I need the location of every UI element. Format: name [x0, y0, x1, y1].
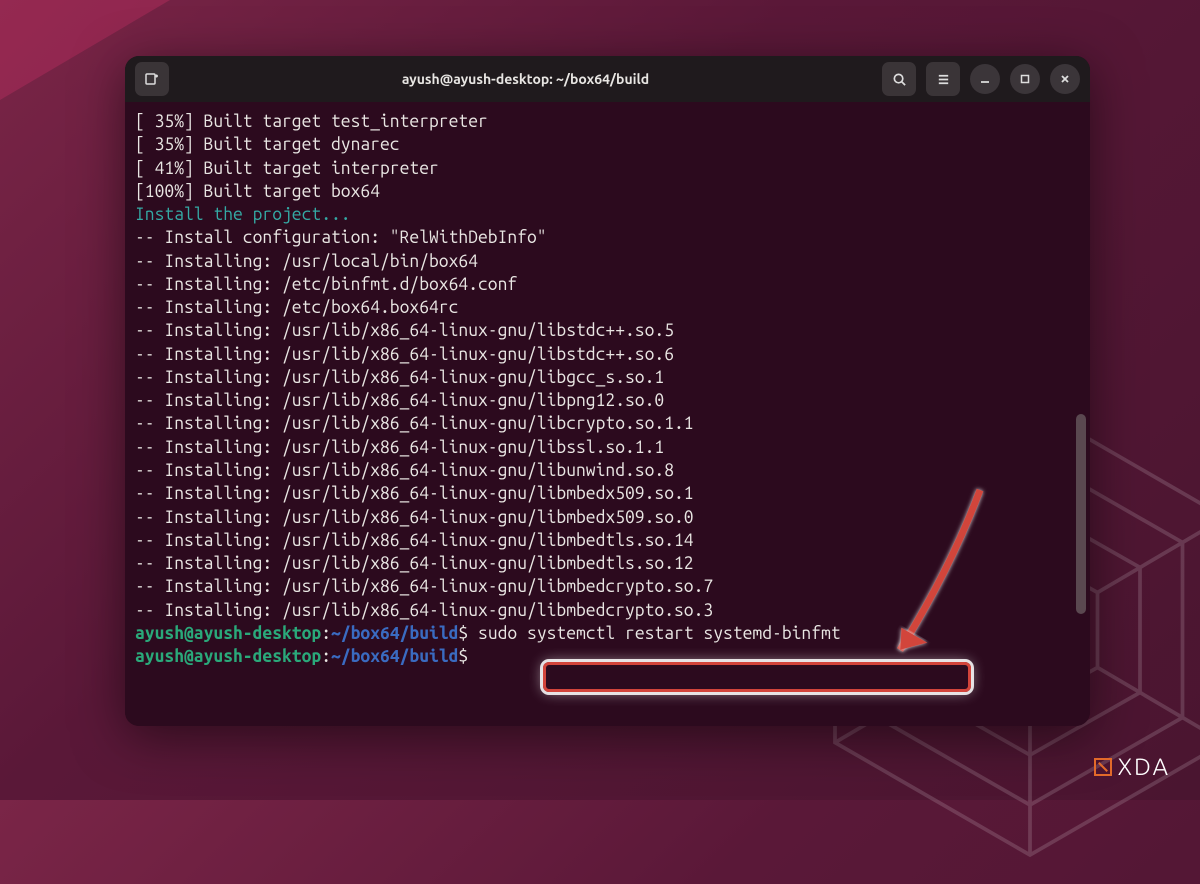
menu-button[interactable] [926, 62, 960, 96]
terminal-output-line: -- Installing: /etc/box64.box64rc [135, 296, 1080, 319]
terminal-prompt-line: ayush@ayush-desktop:~/box64/build$ [135, 645, 1080, 668]
terminal-output-line: -- Installing: /usr/lib/x86_64-linux-gnu… [135, 412, 1080, 435]
terminal-output-line: -- Installing: /usr/local/bin/box64 [135, 250, 1080, 273]
terminal-output-line: -- Installing: /usr/lib/x86_64-linux-gnu… [135, 529, 1080, 552]
minimize-button[interactable] [970, 64, 1000, 94]
terminal-output-line: -- Installing: /usr/lib/x86_64-linux-gnu… [135, 366, 1080, 389]
xda-watermark: XDA [1094, 753, 1170, 780]
terminal-output-line: -- Installing: /usr/lib/x86_64-linux-gnu… [135, 343, 1080, 366]
xda-logo-text: XDA [1118, 753, 1170, 780]
close-button[interactable] [1050, 64, 1080, 94]
terminal-output-line: -- Installing: /usr/lib/x86_64-linux-gnu… [135, 552, 1080, 575]
terminal-output-line: -- Installing: /etc/binfmt.d/box64.conf [135, 273, 1080, 296]
new-tab-button[interactable] [135, 62, 169, 96]
titlebar: ayush@ayush-desktop: ~/box64/build [125, 56, 1090, 102]
terminal-output-line: -- Installing: /usr/lib/x86_64-linux-gnu… [135, 599, 1080, 622]
terminal-output-line: [ 35%] Built target dynarec [135, 133, 1080, 156]
window-title: ayush@ayush-desktop: ~/box64/build [177, 71, 874, 87]
terminal-output-line: -- Installing: /usr/lib/x86_64-linux-gnu… [135, 506, 1080, 529]
terminal-output-line: -- Installing: /usr/lib/x86_64-linux-gnu… [135, 459, 1080, 482]
terminal-output-line: -- Installing: /usr/lib/x86_64-linux-gnu… [135, 319, 1080, 342]
search-button[interactable] [882, 62, 916, 96]
terminal-output-line: -- Install configuration: "RelWithDebInf… [135, 226, 1080, 249]
terminal-output-line: -- Installing: /usr/lib/x86_64-linux-gnu… [135, 482, 1080, 505]
terminal-output-line: -- Installing: /usr/lib/x86_64-linux-gnu… [135, 436, 1080, 459]
terminal-output-line: [ 35%] Built target test_interpreter [135, 110, 1080, 133]
terminal-output-line: [100%] Built target box64 [135, 180, 1080, 203]
terminal-output-line: -- Installing: /usr/lib/x86_64-linux-gnu… [135, 575, 1080, 598]
terminal-body[interactable]: [ 35%] Built target test_interpreter[ 35… [125, 102, 1090, 726]
scrollbar-thumb[interactable] [1076, 414, 1086, 614]
terminal-output-line: [ 41%] Built target interpreter [135, 157, 1080, 180]
terminal-output-line: Install the project... [135, 203, 1080, 226]
terminal-window: ayush@ayush-desktop: ~/box64/build [125, 56, 1090, 726]
xda-logo-icon [1094, 758, 1112, 776]
terminal-output-line: -- Installing: /usr/lib/x86_64-linux-gnu… [135, 389, 1080, 412]
terminal-command: sudo systemctl restart systemd-binfmt [468, 624, 840, 643]
maximize-button[interactable] [1010, 64, 1040, 94]
terminal-prompt-line: ayush@ayush-desktop:~/box64/build$ sudo … [135, 622, 1080, 645]
